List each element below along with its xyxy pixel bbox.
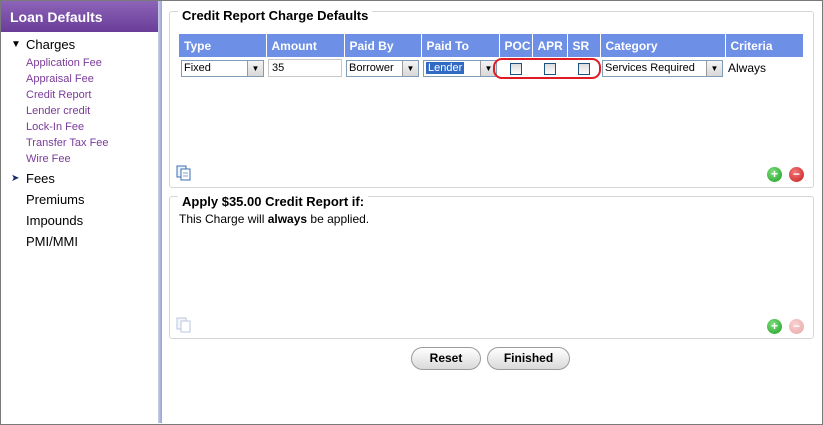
nav-charges[interactable]: ▼ Charges <box>1 35 158 55</box>
desc-prefix: This Charge will <box>179 212 268 226</box>
chevron-down-icon[interactable]: ▼ <box>247 60 263 76</box>
charge-defaults-panel: Credit Report Charge Defaults Type Amoun… <box>169 8 814 188</box>
charge-defaults-table: Type Amount Paid By Paid To POC APR SR C… <box>179 34 804 79</box>
chevron-down-icon[interactable]: ▼ <box>706 60 722 76</box>
nav-item-lender-credit[interactable]: Lender credit <box>1 103 158 119</box>
cell-type: Fixed ▼ <box>179 57 266 79</box>
copy-icon[interactable] <box>176 165 192 181</box>
column-header-apr: APR <box>532 34 568 57</box>
nav-item-wire-fee[interactable]: Wire Fee <box>1 151 158 167</box>
apply-condition-panel: Apply $35.00 Credit Report if: This Char… <box>169 194 814 339</box>
nav-charges-label: Charges <box>26 37 76 52</box>
cell-paid-to: Lender ▼ <box>421 57 499 79</box>
remove-condition-button: − <box>789 319 804 334</box>
column-header-paid-to: Paid To <box>421 34 500 57</box>
finished-button[interactable]: Finished <box>487 347 570 370</box>
table-header-row: Type Amount Paid By Paid To POC APR SR C… <box>179 34 804 57</box>
desc-suffix: be applied. <box>307 212 370 226</box>
nav-fees-label: Fees <box>26 171 55 186</box>
cell-paid-by: Borrower ▼ <box>344 57 421 79</box>
remove-row-button[interactable]: − <box>789 167 804 182</box>
column-header-paid-by: Paid By <box>344 34 422 57</box>
main-content: Credit Report Charge Defaults Type Amoun… <box>162 1 821 423</box>
paid-by-select[interactable]: Borrower ▼ <box>346 59 419 77</box>
checkbox-highlight-outline <box>493 58 601 79</box>
column-header-sr: SR <box>567 34 601 57</box>
paid-to-select[interactable]: Lender ▼ <box>423 59 497 77</box>
nav-pmi-mmi[interactable]: PMI/MMI <box>1 231 158 252</box>
nav-impounds[interactable]: Impounds <box>1 210 158 231</box>
sidebar-title: Loan Defaults <box>1 1 158 32</box>
reset-button[interactable]: Reset <box>411 347 481 370</box>
add-condition-button[interactable]: + <box>767 319 782 334</box>
paid-by-select-value: Borrower <box>349 61 394 74</box>
nav-item-appraisal-fee[interactable]: Appraisal Fee <box>1 71 158 87</box>
column-header-criteria: Criteria <box>725 34 804 57</box>
nav-item-credit-report[interactable]: Credit Report <box>1 87 158 103</box>
collapsed-arrow-icon: ➤ <box>11 173 20 184</box>
column-header-amount: Amount <box>266 34 345 57</box>
cell-category: Services Required ▼ <box>600 57 725 79</box>
expanded-triangle-icon: ▼ <box>11 39 21 50</box>
copy-icon <box>176 317 191 333</box>
charge-defaults-title: Credit Report Charge Defaults <box>178 8 373 23</box>
column-header-category: Category <box>600 34 726 57</box>
category-select-value: Services Required <box>605 61 695 74</box>
apply-condition-description: This Charge will always be applied. <box>179 212 369 226</box>
amount-input[interactable]: 35 <box>268 59 342 77</box>
desc-bold: always <box>267 212 308 226</box>
cell-amount: 35 <box>266 57 344 79</box>
chevron-down-icon[interactable]: ▼ <box>402 60 418 76</box>
nav-fees[interactable]: ➤ Fees <box>1 169 158 189</box>
nav-item-application-fee[interactable]: Application Fee <box>1 55 158 71</box>
nav-item-transfer-tax-fee[interactable]: Transfer Tax Fee <box>1 135 158 151</box>
nav-premiums[interactable]: Premiums <box>1 189 158 210</box>
column-header-type: Type <box>179 34 267 57</box>
apply-condition-title: Apply $35.00 Credit Report if: <box>178 194 369 209</box>
cell-criteria: Always <box>728 61 767 75</box>
column-header-poc: POC <box>499 34 533 57</box>
paid-to-select-value: Lender <box>426 61 465 74</box>
nav-item-lock-in-fee[interactable]: Lock-In Fee <box>1 119 158 135</box>
type-select-value: Fixed <box>184 61 211 74</box>
type-select[interactable]: Fixed ▼ <box>181 59 264 77</box>
table-row: Fixed ▼ 35 Borrower ▼ Lender ▼ Services … <box>179 57 803 79</box>
add-row-button[interactable]: + <box>767 167 782 182</box>
sidebar: Loan Defaults ▼ Charges Application Fee … <box>1 1 158 423</box>
category-select[interactable]: Services Required ▼ <box>602 59 723 77</box>
